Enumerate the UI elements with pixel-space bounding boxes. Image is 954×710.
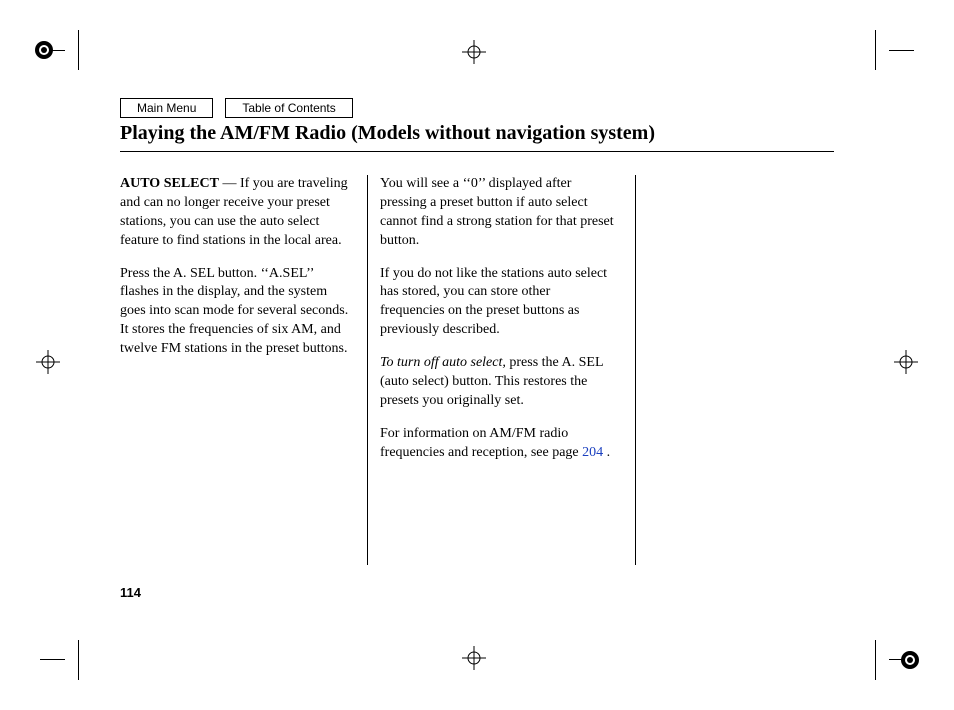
crop-mark — [78, 640, 79, 680]
page-title: Playing the AM/FM Radio (Models without … — [120, 122, 834, 152]
registration-cross-icon — [36, 350, 60, 374]
emphasis-text: To turn off auto select, — [380, 355, 506, 370]
paragraph: AUTO SELECT — If you are traveling and c… — [120, 175, 355, 251]
paragraph: If you do not like the stations auto sel… — [380, 265, 615, 341]
paragraph: For information on AM/FM radio frequenci… — [380, 425, 615, 463]
crop-mark — [875, 640, 876, 680]
registration-mark-icon — [898, 648, 922, 672]
column-2: You will see a ‘‘0’’ displayed after pre… — [367, 175, 615, 565]
paragraph: To turn off auto select, press the A. SE… — [380, 354, 615, 411]
crop-mark — [40, 659, 65, 660]
registration-cross-icon — [462, 646, 486, 670]
crop-mark — [78, 30, 79, 70]
column-1: AUTO SELECT — If you are traveling and c… — [120, 175, 367, 565]
auto-select-label: AUTO SELECT — [120, 176, 219, 191]
crop-mark — [875, 30, 876, 70]
nav-buttons: Main Menu Table of Contents — [120, 98, 353, 118]
paragraph-text: . — [603, 445, 610, 460]
content-columns: AUTO SELECT — If you are traveling and c… — [120, 175, 630, 565]
registration-mark-icon — [32, 38, 56, 62]
registration-cross-icon — [462, 40, 486, 64]
page-link[interactable]: 204 — [582, 445, 603, 460]
page-title-text: Playing the AM/FM Radio (Models without … — [120, 122, 655, 144]
column-separator — [635, 175, 636, 565]
registration-cross-icon — [894, 350, 918, 374]
main-menu-button[interactable]: Main Menu — [120, 98, 213, 118]
paragraph-text: For information on AM/FM radio frequenci… — [380, 426, 582, 460]
paragraph: Press the A. SEL button. ‘‘A.SEL’’ flash… — [120, 265, 355, 359]
paragraph: You will see a ‘‘0’’ displayed after pre… — [380, 175, 615, 251]
table-of-contents-button[interactable]: Table of Contents — [225, 98, 352, 118]
crop-mark — [889, 50, 914, 51]
page-number: 114 — [120, 585, 141, 600]
